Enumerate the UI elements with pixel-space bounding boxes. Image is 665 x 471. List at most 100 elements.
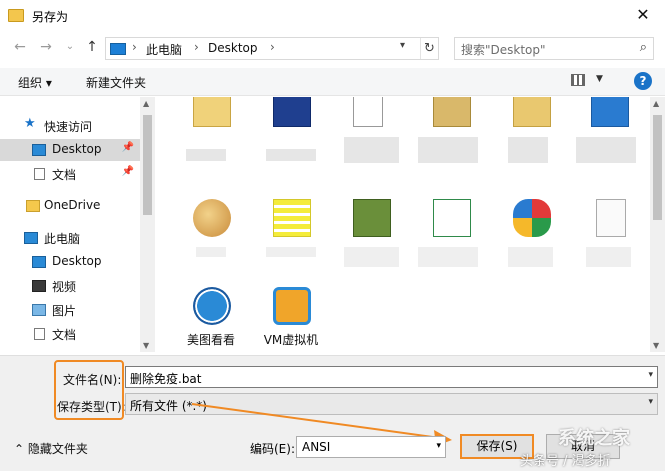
blurred-file-name: [186, 149, 226, 161]
pin-icon: 📌: [121, 142, 134, 153]
refresh-icon[interactable]: ↻: [420, 38, 438, 59]
navigation-pane: ★ 快速访问 Desktop 📌 文档 📌 OneDrive 此电脑 Deskt…: [0, 97, 155, 352]
up-folder-icon[interactable]: ↑: [82, 37, 102, 57]
photoshop-icon: [273, 97, 311, 127]
sidebar-item-videos[interactable]: 视频: [0, 275, 140, 297]
command-toolbar: 组织 ▾ 新建文件夹 ▼ ?: [0, 68, 665, 96]
encoding-value: ANSI: [302, 440, 331, 454]
blurred-file-name: [576, 137, 636, 163]
hide-folders-label: 隐藏文件夹: [27, 442, 88, 456]
text-file-icon: [353, 97, 383, 127]
save-dialog-icon: [8, 9, 24, 22]
filename-value: 删除免疫.bat: [130, 372, 202, 386]
file-item[interactable]: [176, 197, 246, 277]
document-icon: [34, 328, 45, 340]
folder-icon: [513, 97, 551, 127]
scroll-up-icon[interactable]: ▲: [143, 99, 149, 108]
blurred-file-name: [344, 137, 399, 163]
excel-icon: [433, 199, 471, 237]
file-list: 美图看看 VM虚拟机: [156, 97, 650, 352]
sidebar-item-pictures[interactable]: 图片: [0, 299, 140, 321]
document-icon: [34, 168, 45, 180]
file-name: 美图看看: [186, 333, 235, 347]
chevron-down-icon[interactable]: ▾: [400, 40, 405, 51]
meitu-viewer-icon: [193, 287, 231, 325]
breadcrumb-separator: ›: [132, 40, 137, 54]
encoding-label: 编码(E):: [250, 442, 295, 456]
sidebar-item-label: Desktop: [52, 254, 102, 268]
encoding-select[interactable]: ANSI ▾: [296, 436, 446, 458]
folder-icon: [193, 97, 231, 127]
sidebar-item-documents[interactable]: 文档: [0, 323, 140, 345]
chevron-down-icon[interactable]: ▾: [648, 370, 653, 380]
blurred-file-name: [586, 247, 631, 267]
paint-palette-icon: [193, 199, 231, 237]
hide-folders-toggle[interactable]: ⌃ 隐藏文件夹: [14, 440, 88, 457]
scroll-down-icon[interactable]: ▼: [143, 341, 149, 350]
chevron-down-icon[interactable]: ▾: [648, 397, 653, 407]
file-list-scrollbar[interactable]: ▲ ▼: [650, 97, 665, 352]
folder-icon: [433, 97, 471, 127]
search-input[interactable]: 搜索"Desktop" ⌕: [454, 37, 654, 60]
forward-icon[interactable]: →: [36, 37, 56, 57]
back-icon[interactable]: ←: [10, 37, 30, 57]
navigation-bar: ← → ⌄ ↑ › 此电脑 › Desktop › ▾ ↻ 搜索"Desktop…: [0, 33, 665, 63]
scroll-up-icon[interactable]: ▲: [653, 99, 659, 108]
sidebar-item-label: OneDrive: [44, 198, 101, 212]
file-name: VM虚拟机: [263, 333, 319, 347]
sidebar-item-desktop-pinned[interactable]: Desktop 📌: [0, 139, 140, 161]
sidebar-item-onedrive[interactable]: OneDrive: [0, 195, 140, 217]
breadcrumb-desktop[interactable]: Desktop: [208, 41, 258, 55]
new-folder-button[interactable]: 新建文件夹: [86, 74, 146, 91]
file-item-vm[interactable]: VM虚拟机: [256, 285, 326, 352]
sidebar-item-this-pc[interactable]: 此电脑: [0, 227, 140, 249]
organize-button[interactable]: 组织 ▾: [18, 74, 52, 91]
chevron-down-icon[interactable]: ▼: [596, 74, 603, 84]
sidebar-scrollbar[interactable]: ▲ ▼: [140, 97, 155, 352]
computer-icon: [110, 43, 126, 55]
blurred-file-name: [266, 247, 316, 257]
blank-file-icon: [596, 199, 626, 237]
filename-field[interactable]: 删除免疫.bat ▾: [125, 366, 658, 388]
search-icon: ⌕: [639, 40, 647, 55]
sidebar-item-label: Desktop: [52, 142, 102, 156]
breadcrumb-separator: ›: [194, 40, 199, 54]
search-placeholder: 搜索"Desktop": [461, 43, 546, 57]
breadcrumb-separator: ›: [270, 40, 275, 54]
sidebar-item-quick-access[interactable]: ★ 快速访问: [0, 115, 140, 137]
chevron-down-icon[interactable]: ▾: [436, 441, 441, 451]
pin-icon: 📌: [121, 166, 134, 177]
desktop-icon: [32, 144, 46, 156]
network-computer-icon: [591, 97, 629, 127]
help-icon[interactable]: ?: [634, 72, 652, 90]
scroll-down-icon[interactable]: ▼: [653, 341, 659, 350]
blurred-file-name: [418, 247, 478, 267]
view-options-icon[interactable]: [571, 74, 585, 86]
scrollbar-thumb[interactable]: [143, 115, 152, 215]
shield-file-icon: [273, 199, 311, 237]
sidebar-item-label: 视频: [52, 280, 77, 294]
window-title: 另存为: [32, 10, 69, 24]
watermark-credit: 头条号 / 渴多折: [520, 454, 611, 469]
recent-locations-icon[interactable]: ⌄: [60, 37, 80, 57]
sidebar-item-documents-pinned[interactable]: 文档 📌: [0, 163, 140, 185]
sidebar-item-label: 快速访问: [44, 120, 93, 134]
blurred-file-name: [418, 137, 478, 163]
video-icon: [32, 280, 46, 292]
breadcrumb-this-pc[interactable]: 此电脑: [146, 41, 182, 58]
sidebar-item-label: 文档: [52, 168, 77, 182]
computer-icon: [24, 232, 38, 244]
title-bar: 另存为 ✕: [0, 0, 665, 32]
desktop-icon: [32, 256, 46, 268]
scrollbar-thumb[interactable]: [653, 115, 662, 220]
blurred-file-name: [196, 247, 226, 257]
file-item-meitu[interactable]: 美图看看: [176, 285, 246, 352]
blurred-file-name: [266, 149, 316, 161]
close-button[interactable]: ✕: [621, 0, 665, 30]
address-bar[interactable]: › 此电脑 › Desktop › ▾ ↻: [105, 37, 439, 60]
star-icon: ★: [24, 116, 36, 131]
file-item[interactable]: [256, 197, 326, 277]
app-icon: [353, 199, 391, 237]
sidebar-item-desktop[interactable]: Desktop: [0, 251, 140, 273]
vm-icon: [273, 287, 311, 325]
